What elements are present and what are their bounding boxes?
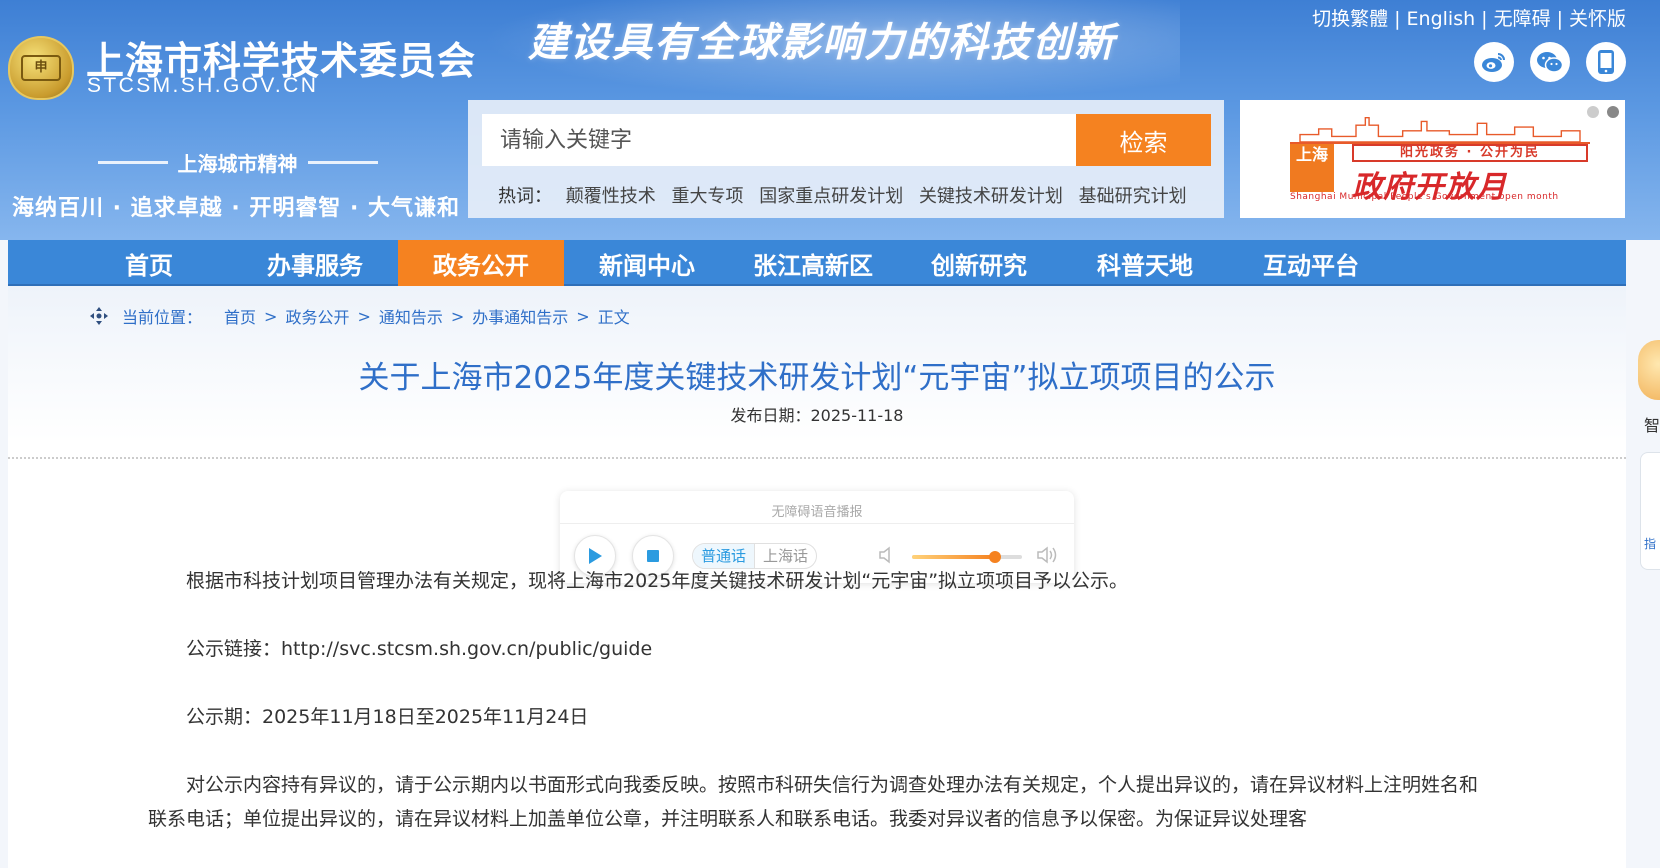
smart-assistant-widget[interactable]: 智 — [1638, 330, 1660, 445]
nav-item-services[interactable]: 办事服务 — [232, 240, 398, 286]
link-accessibility[interactable]: 无障碍 — [1494, 8, 1551, 30]
main-nav: 首页 办事服务 政务公开 新闻中心 张江高新区 创新研究 科普天地 互动平台 — [8, 240, 1626, 286]
volume-low-icon[interactable] — [878, 545, 896, 565]
link-english[interactable]: English — [1407, 8, 1476, 30]
nav-item-news[interactable]: 新闻中心 — [564, 240, 730, 286]
breadcrumb-label: 当前位置： — [122, 308, 203, 327]
nav-item-interaction[interactable]: 互动平台 — [1228, 240, 1394, 286]
article-link-paragraph[interactable]: 公示链接：http://svc.stcsm.sh.gov.cn/public/g… — [148, 632, 1488, 666]
mobile-button[interactable] — [1586, 42, 1626, 82]
top-link-separator: | — [1394, 8, 1401, 30]
link-traditional-chinese[interactable]: 切换繁體 — [1312, 8, 1388, 30]
banner-dot-active[interactable] — [1607, 106, 1619, 118]
wechat-icon — [1537, 52, 1564, 73]
spirit-divider-right — [307, 161, 378, 164]
top-links: 切换繁體 | English | 无障碍 | 关怀版 — [1312, 4, 1626, 31]
top-link-separator: | — [1481, 8, 1488, 30]
weibo-icon — [1482, 53, 1505, 72]
breadcrumb-service-notices[interactable]: 办事通知告示 — [472, 304, 568, 328]
article-paragraph: 对公示内容持有异议的，请于公示期内以书面形式向我委反映。按照市科研失信行为调查处… — [148, 774, 1479, 830]
breadcrumb-separator: > — [450, 306, 465, 326]
location-icon — [90, 307, 108, 325]
nav-item-government-affairs[interactable]: 政务公开 — [398, 240, 564, 286]
player-divider — [560, 523, 1074, 524]
wechat-button[interactable] — [1530, 42, 1570, 82]
breadcrumb-current[interactable]: 正文 — [598, 304, 630, 328]
city-spirit-title: 上海城市精神 — [90, 148, 385, 177]
hot-words: 热词： 颠覆性技术 重大专项 国家重点研发计划 关键技术研发计划 基础研究计划 — [498, 182, 1197, 208]
assistant-icon — [1638, 340, 1660, 400]
header-divider — [8, 457, 1626, 459]
assistant-label: 智 — [1644, 416, 1660, 435]
logo-emblem: 申 — [21, 55, 61, 81]
top-link-separator: | — [1556, 8, 1563, 30]
breadcrumb-separator: > — [576, 306, 590, 326]
guide-widget[interactable]: 指 — [1640, 452, 1660, 570]
hot-word-link[interactable]: 颠覆性技术 — [566, 186, 656, 207]
social-links — [1474, 42, 1626, 82]
search-input[interactable] — [482, 114, 1076, 166]
site-logo-icon[interactable]: 申 — [8, 36, 74, 100]
volume-slider[interactable] — [912, 551, 1022, 563]
publish-date: 发布日期：2025-11-18 — [730, 406, 904, 425]
nav-item-zhangjiang[interactable]: 张江高新区 — [730, 240, 896, 286]
weibo-button[interactable] — [1474, 42, 1514, 82]
article-period-paragraph: 公示期：2025年11月18日至2025年11月24日 — [186, 706, 589, 728]
mobile-icon — [1598, 50, 1614, 74]
header-slogan: 建设具有全球影响力的科技创新 — [528, 19, 1116, 66]
volume-slider-fill — [912, 555, 995, 559]
banner-subtitle: 阳光政务 · 公开为民 — [1352, 144, 1588, 162]
article-container: 当前位置： 首页 > 政务公开 > 通知告示 > 办事通知告示 > 正文 关于上… — [8, 286, 1626, 868]
site-domain: STCSM.SH.GOV.CN — [87, 74, 319, 97]
banner-shanghai-tag: 上海 — [1290, 144, 1334, 192]
site-header: 申 上海市科学技术委员会 STCSM.SH.GOV.CN 建设具有全球影响力的科… — [0, 0, 1660, 240]
nav-item-science-popularization[interactable]: 科普天地 — [1062, 240, 1228, 286]
hot-word-link[interactable]: 基础研究计划 — [1079, 186, 1187, 207]
banner-pagination — [1587, 106, 1619, 118]
breadcrumb-government-affairs[interactable]: 政务公开 — [285, 304, 349, 328]
hot-word-link[interactable]: 关键技术研发计划 — [919, 186, 1063, 207]
hot-word-link[interactable]: 重大专项 — [671, 186, 743, 207]
banner-english-title: Shanghai Municipal People's Government o… — [1290, 192, 1559, 202]
city-spirit-label: 上海城市精神 — [177, 152, 298, 176]
nav-item-innovation[interactable]: 创新研究 — [896, 240, 1062, 286]
link-care-mode[interactable]: 关怀版 — [1569, 8, 1626, 30]
city-spirit-text: 海纳百川 · 追求卓越 · 开明睿智 · 大气谦和 — [12, 196, 461, 221]
search-button[interactable]: 检索 — [1076, 114, 1211, 166]
article-title: 关于上海市2025年度关键技术研发计划“元宇宙”拟立项项目的公示 — [358, 360, 1276, 396]
volume-slider-handle[interactable] — [988, 551, 1001, 563]
hot-words-label: 热词： — [498, 186, 552, 207]
breadcrumb-notices[interactable]: 通知告示 — [379, 304, 443, 328]
breadcrumb-separator: > — [264, 306, 278, 326]
nav-item-home[interactable]: 首页 — [66, 240, 232, 286]
stop-icon — [647, 550, 659, 562]
spirit-divider-left — [97, 161, 168, 164]
guide-label: 指 — [1644, 537, 1657, 551]
hot-word-link[interactable]: 国家重点研发计划 — [759, 186, 903, 207]
breadcrumb-separator: > — [357, 306, 371, 326]
play-icon — [589, 548, 602, 564]
open-month-banner[interactable]: 上海 阳光政务 · 公开为民 政府开放月 Shanghai Municipal … — [1240, 100, 1625, 218]
volume-high-icon[interactable] — [1036, 545, 1060, 565]
breadcrumb: 当前位置： 首页 > 政务公开 > 通知告示 > 办事通知告示 > 正文 — [88, 304, 630, 328]
player-title: 无障碍语音播报 — [771, 505, 863, 520]
breadcrumb-home[interactable]: 首页 — [224, 304, 256, 328]
article-paragraph: 根据市科技计划项目管理办法有关规定，现将上海市2025年度关键技术研发计划“元宇… — [186, 570, 1129, 592]
skyline-icon — [1290, 117, 1590, 144]
search-panel: 检索 热词： 颠覆性技术 重大专项 国家重点研发计划 关键技术研发计划 基础研究… — [468, 100, 1224, 218]
